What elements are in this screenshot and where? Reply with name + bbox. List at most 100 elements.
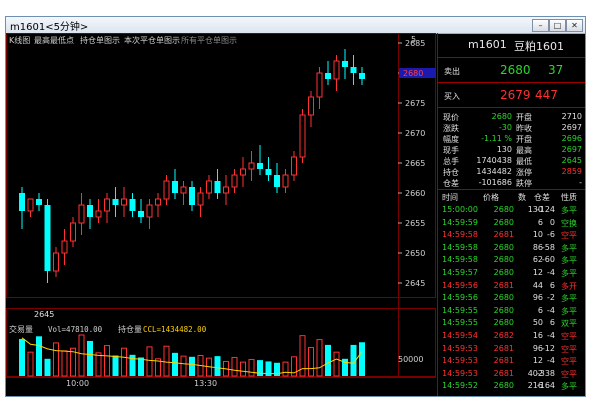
trade-cell: 2680: [493, 268, 514, 277]
trade-cell: 15:00:00: [442, 205, 478, 214]
volume-bar-up: [316, 339, 323, 377]
current-price-label: 2680: [403, 69, 423, 78]
trade-cell: 6: [537, 305, 543, 315]
volume-bar-up: [121, 347, 127, 377]
stat-value: 1740438: [476, 156, 512, 165]
candle-body-down: [44, 205, 51, 271]
stat-row: 仓差 -101686 跌停 -: [438, 178, 585, 189]
buy-label: 买入: [444, 92, 460, 101]
trade-cell: 空平: [561, 332, 577, 341]
stat-value: 2697: [561, 123, 582, 132]
trade-cell: 多平: [561, 206, 577, 215]
stat-row: 总手 1740438 最低 2645: [438, 156, 585, 167]
volume-bar-down: [189, 356, 195, 376]
candlestick-chart[interactable]: 2685 2675 2670 2665 2660 2655 2650 2645 2680 264…: [6, 33, 436, 396]
volume-value: Vol=47810.00: [48, 325, 103, 334]
trades-header-cell: 数: [518, 193, 526, 202]
trade-row[interactable]: 14:59:58 2681 10 -6 空平: [438, 230, 585, 242]
candle-body-up: [333, 60, 340, 80]
stat-value: -1.11 %: [481, 134, 512, 143]
stat-value: 2710: [561, 112, 582, 121]
candle-body-up: [248, 162, 255, 170]
trade-row[interactable]: 14:59:59 2680 6 0 空换: [438, 217, 585, 230]
stat-label: 仓差: [443, 179, 459, 188]
maximize-icon[interactable]: □: [549, 19, 566, 32]
time-axis-label-1000: 10:00: [66, 379, 90, 388]
trades-list[interactable]: 15:00:00 2680 130 -124 多平 14:59:59 2680 6 0 空换 14:…: [438, 205, 585, 395]
stat-row: 持仓 1434482 涨停 2859: [438, 167, 585, 178]
trade-row[interactable]: 14:59:53 2681 12 -4 空平: [438, 356, 585, 368]
time-axis-label-1330: 13:30: [194, 379, 218, 388]
volume-bar-up: [308, 347, 314, 377]
candle-body-up: [308, 96, 314, 116]
volume-bar-down: [36, 336, 42, 376]
minimize-icon[interactable]: –: [532, 19, 549, 32]
trade-cell: 2681: [493, 356, 514, 366]
trade-row[interactable]: 14:59:53 2681 96 -12 空平: [438, 343, 585, 356]
quote-panel: m1601 豆粕1601 卖出 2680 37 买入 2679 447 现价 26…: [437, 33, 585, 396]
trade-row[interactable]: 14:59:53 2681 402 -338 空平: [438, 368, 585, 381]
trade-cell: -338: [536, 368, 555, 378]
trade-cell: 2680: [493, 217, 514, 227]
price-tick-label: 2675: [405, 99, 425, 108]
trade-cell: -4: [547, 356, 555, 366]
candle-body-up: [180, 186, 187, 194]
app-window: m1601<5分钟> – □ ✕ K线图 最高最低点 持仓单图示 本次平仓单图示…: [5, 16, 586, 397]
volume-bar-up: [163, 345, 170, 377]
trade-row[interactable]: 14:59:58 2680 62 -60 多平: [438, 255, 585, 267]
trade-row[interactable]: 14:59:57 2680 12 -4 多平: [438, 268, 585, 280]
close-icon[interactable]: ✕: [566, 19, 583, 32]
trade-row[interactable]: 14:59:55 2680 50 6 双平: [438, 318, 585, 330]
trades-header-cell: 仓差: [534, 193, 550, 202]
price-tick-label: 2655: [405, 219, 425, 228]
volume-bar-down: [325, 344, 331, 376]
trade-cell: 多平: [561, 306, 577, 316]
trade-row[interactable]: 14:59:56 2680 96 -2 多平: [438, 293, 585, 305]
candle-body-down: [138, 211, 144, 217]
trade-row[interactable]: 14:59:52 2680 216 -164 多平: [438, 381, 585, 393]
stat-label: 总手: [443, 157, 459, 166]
price-pane-border: [6, 33, 436, 298]
volume-bar-up: [78, 334, 85, 377]
volume-bar-down: [138, 357, 144, 376]
sell-qty: 37: [548, 63, 564, 77]
trade-row[interactable]: 14:59:58 2680 86 -58 多平: [438, 243, 585, 255]
title-bar: m1601<5分钟> – □ ✕: [6, 17, 585, 34]
trades-header-cell: 时间: [442, 193, 458, 202]
stat-label: 涨停: [516, 168, 532, 177]
trade-row[interactable]: 14:59:55 2680 6 -4 多平: [438, 305, 585, 318]
volume-bar-up: [104, 345, 110, 377]
trade-cell: 2680: [493, 318, 514, 328]
trade-row[interactable]: 14:59:56 2681 44 6 多开: [438, 281, 585, 293]
stat-label: 昨收: [516, 124, 532, 133]
trade-cell: 多平: [561, 256, 577, 266]
trade-cell: 14:59:55: [442, 318, 478, 328]
volume-bar-up: [53, 342, 59, 377]
candle-body-up: [197, 192, 204, 206]
oi-value: CCL=1434482.00: [143, 325, 207, 334]
volume-bar-up: [61, 350, 68, 377]
price-tick-label: 2645: [405, 279, 425, 288]
trade-cell: 2680: [493, 205, 514, 214]
candle-body-down: [189, 187, 195, 205]
candle-body-up: [282, 174, 289, 188]
window-title: m1601<5分钟>: [10, 22, 89, 33]
stat-value: 2645: [561, 156, 582, 165]
candle-body-up: [78, 204, 85, 224]
trade-row[interactable]: 14:59:54 2682 16 -4 空平: [438, 331, 585, 343]
volume-label: 交易量: [9, 324, 33, 334]
trade-row[interactable]: 15:00:00 2680 130 -124 多平: [438, 205, 585, 217]
trade-cell: 14:59:53: [442, 368, 478, 378]
candle-body-up: [146, 204, 153, 218]
candle-body-up: [61, 240, 68, 254]
trade-cell: 14:59:52: [442, 381, 478, 391]
volume-bar-down: [214, 356, 221, 376]
stat-value: 2680: [491, 112, 512, 121]
trade-cell: 多平: [561, 269, 577, 278]
candle-body-up: [206, 180, 212, 194]
trade-cell: 多平: [561, 294, 577, 304]
candle-body-up: [104, 198, 110, 212]
trade-cell: 96: [532, 293, 543, 303]
trade-cell: 14:59:53: [442, 343, 478, 353]
price-tick-label: 2650: [405, 249, 425, 258]
